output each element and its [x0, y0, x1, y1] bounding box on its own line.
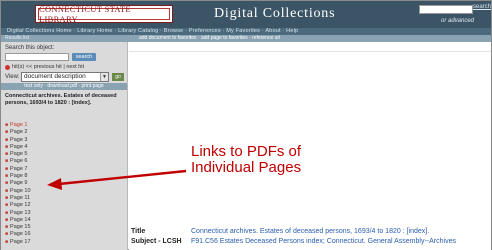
object-search-input[interactable]: [5, 53, 69, 61]
chevron-down-icon: ▼: [100, 73, 108, 81]
view-label: View:: [5, 74, 20, 80]
page-pdf-icon: ■: [5, 143, 9, 150]
page-pdf-icon: ■: [5, 129, 9, 136]
page-pdf-icon: ■: [5, 187, 9, 194]
header-search-button[interactable]: search: [473, 4, 491, 10]
page-link[interactable]: ■ Page 8: [5, 173, 31, 180]
page-pdf-icon: ■: [5, 224, 9, 231]
document-title: Connecticut archives. Estates of decease…: [5, 93, 117, 106]
download-links[interactable]: text only · download pdf · print page: [1, 83, 127, 90]
advanced-search-link[interactable]: or advanced: [441, 18, 474, 24]
title-value-link[interactable]: Connecticut archives. Estates of decease…: [191, 227, 429, 237]
site-header: CONNECTICUT STATE LIBRARY Digital Collec…: [1, 1, 491, 28]
page-pdf-icon: ■: [5, 194, 9, 201]
title-label: Title: [131, 228, 146, 235]
page-pdf-icon: ■: [5, 173, 9, 180]
annotation-line-2: Individual Pages: [191, 159, 302, 176]
page-link[interactable]: ■ Page 14: [5, 217, 31, 224]
hit-nav-text[interactable]: hit(s) << previous hit | next hit: [12, 64, 84, 70]
main-nav[interactable]: Digital Collections Home · Library Home …: [1, 28, 491, 35]
annotation-callout: Links to PDFs of Individual Pages: [191, 144, 341, 176]
page-list: ■ Page 1 ■ Page 2 ■ Page 3 ■ Page 4 ■ Page 5 …: [5, 122, 31, 246]
object-search-button[interactable]: search: [72, 53, 96, 61]
object-search-label: Search this object:: [5, 45, 55, 51]
page-pdf-icon: ■: [5, 122, 9, 128]
page-link[interactable]: ■ Page 3: [5, 137, 31, 144]
view-select[interactable]: document description ▼: [21, 72, 109, 82]
page-pdf-icon: ■: [5, 165, 9, 172]
page-link[interactable]: ■ Page 11: [5, 195, 31, 202]
page-pdf-icon: ■: [5, 136, 9, 143]
page-link[interactable]: ■ Page 16: [5, 231, 31, 238]
view-select-value: document description: [24, 73, 86, 80]
page-link[interactable]: ■ Page 6: [5, 158, 31, 165]
page-link[interactable]: ■ Page 2: [5, 129, 31, 136]
header-search-input[interactable]: [419, 5, 473, 14]
library-logo[interactable]: CONNECTICUT STATE LIBRARY: [35, 4, 173, 24]
page-pdf-icon: ■: [5, 180, 9, 187]
view-go-button[interactable]: go: [112, 73, 124, 81]
page-link[interactable]: ■ Page 5: [5, 151, 31, 158]
page-pdf-icon: ■: [5, 209, 9, 216]
content-divider: [129, 42, 491, 52]
page-pdf-icon: ■: [5, 202, 9, 209]
action-bar: Results list add document to favorites ·…: [1, 35, 491, 42]
page-link[interactable]: ■ Page 15: [5, 224, 31, 231]
sidebar: Search this object: search hit(s) << pre…: [1, 42, 128, 250]
page-pdf-icon: ■: [5, 151, 9, 158]
page-link[interactable]: ■ Page 10: [5, 188, 31, 195]
page-link[interactable]: ■ Page 13: [5, 210, 31, 217]
results-list-link[interactable]: Results list: [5, 35, 29, 42]
page-link[interactable]: ■ Page 9: [5, 180, 31, 187]
page-link[interactable]: ■ Page 17: [5, 239, 31, 246]
subject-value-link[interactable]: F91.C56 Estates Deceased Persons index; …: [191, 237, 456, 247]
site-title: Digital Collections: [214, 6, 336, 21]
page-pdf-icon: ■: [5, 238, 9, 245]
page-link[interactable]: ■ Page 1: [5, 122, 31, 129]
logo-text: CONNECTICUT STATE LIBRARY: [38, 4, 170, 24]
favorites-actions[interactable]: add document to favorites · add page to …: [139, 35, 280, 42]
annotation-line-1: Links to PDFs of: [191, 143, 302, 160]
page-pdf-icon: ■: [5, 216, 9, 223]
red-dot-icon: [5, 64, 10, 70]
subject-label: Subject - LCSH: [131, 238, 182, 245]
page-pdf-icon: ■: [5, 231, 9, 238]
hit-navigation[interactable]: hit(s) << previous hit | next hit: [5, 64, 84, 70]
metadata-row-subject: Subject - LCSH F91.C56 Estates Deceased …: [129, 237, 491, 247]
page-link[interactable]: ■ Page 7: [5, 166, 31, 173]
page-link[interactable]: ■ Page 12: [5, 202, 31, 209]
page-pdf-icon: ■: [5, 158, 9, 165]
metadata-row-title: Title Connecticut archives. Estates of d…: [129, 227, 491, 237]
page-link[interactable]: ■ Page 4: [5, 144, 31, 151]
